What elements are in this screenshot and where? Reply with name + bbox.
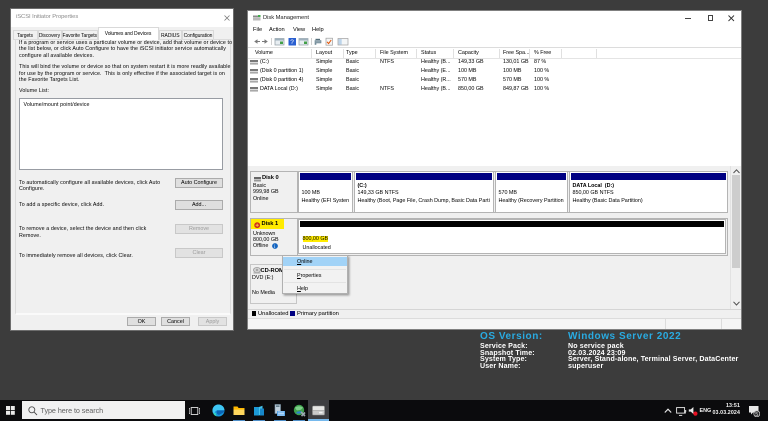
svg-text:?: ? [290, 39, 294, 46]
svg-text:5: 5 [755, 412, 758, 417]
